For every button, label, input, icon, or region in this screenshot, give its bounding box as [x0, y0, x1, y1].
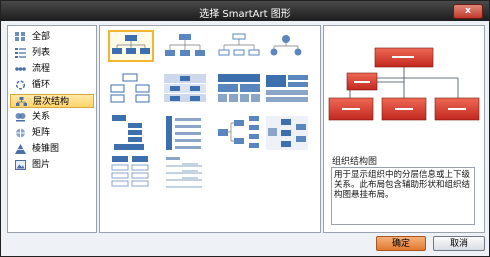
layout-thumb-horizontal-multilevel[interactable] — [264, 114, 310, 150]
close-button[interactable]: x — [453, 4, 483, 19]
layout-thumb-circle-hierarchy[interactable] — [264, 30, 310, 62]
cycle-icon — [15, 80, 26, 90]
sidebar-item-label: 列表 — [32, 48, 51, 58]
list-icon — [15, 48, 26, 58]
relationship-icon — [15, 112, 26, 122]
layout-name: 组织结构图 — [332, 157, 378, 167]
sidebar-item-label: 图片 — [32, 160, 51, 170]
sidebar-item-label: 层次结构 — [33, 97, 70, 107]
layout-thumb-table-hierarchy[interactable] — [216, 72, 262, 104]
sidebar-item-label: 循环 — [32, 80, 51, 90]
preview-diagram — [324, 26, 484, 152]
sidebar-item-list[interactable]: 列表 — [10, 46, 94, 60]
sidebar-item-label: 关系 — [32, 112, 51, 122]
sidebar-item-process[interactable]: 流程 — [10, 62, 94, 76]
layout-thumb-name-title-org[interactable] — [162, 30, 208, 62]
sidebar-item-matrix[interactable]: 矩阵 — [10, 126, 94, 140]
title-bar: 选择 SmartArt 图形 x — [1, 1, 489, 21]
matrix-icon — [15, 128, 26, 138]
layout-description: 用于显示组织中的分层信息或上下级关系。此布局包含辅助形状和组织结构图悬挂布局。 — [331, 167, 475, 225]
sidebar-item-all[interactable]: 全部 — [10, 30, 94, 44]
cancel-button[interactable]: 取消 — [433, 236, 485, 251]
preview-pane: 组织结构图 用于显示组织中的分层信息或上下级关系。此布局包含辅助形状和组织结构图… — [323, 25, 485, 233]
layout-thumb-architecture[interactable] — [264, 72, 310, 104]
smartart-dialog: 选择 SmartArt 图形 x 全部 列表 流程 循环 层次结构 关系 矩阵 … — [0, 0, 490, 257]
sidebar-item-label: 棱锥图 — [32, 144, 60, 154]
pyramid-icon — [15, 144, 26, 154]
category-list: 全部 列表 流程 循环 层次结构 关系 矩阵 棱锥图 图片 — [7, 25, 97, 233]
sidebar-item-pyramid[interactable]: 棱锥图 — [10, 142, 94, 156]
layout-thumb-horizontal-labeled[interactable] — [216, 114, 262, 148]
layout-thumb-half-circle-org[interactable] — [216, 30, 262, 62]
layout-thumb-horizontal-org[interactable] — [108, 114, 154, 150]
process-icon — [15, 64, 26, 74]
sidebar-item-hierarchy[interactable]: 层次结构 — [10, 94, 94, 108]
sidebar-item-label: 矩阵 — [32, 128, 51, 138]
layout-thumb-org-chart[interactable] — [108, 30, 154, 62]
layout-gallery — [99, 25, 321, 233]
ok-button[interactable]: 确定 — [376, 236, 426, 251]
layout-thumb-labeled-hierarchy[interactable] — [162, 72, 208, 104]
sidebar-item-picture[interactable]: 图片 — [10, 158, 94, 172]
dialog-title: 选择 SmartArt 图形 — [199, 9, 291, 20]
layout-thumb-lined-list[interactable] — [162, 154, 208, 188]
layout-thumb-horizontal-hierarchy[interactable] — [162, 114, 208, 150]
sidebar-item-cycle[interactable]: 循环 — [10, 78, 94, 92]
sidebar-item-relationship[interactable]: 关系 — [10, 110, 94, 124]
sidebar-item-label: 全部 — [32, 32, 51, 42]
sidebar-item-label: 流程 — [32, 64, 51, 74]
layout-thumb-hierarchy-list[interactable] — [108, 154, 154, 187]
layout-thumb-hierarchy[interactable] — [108, 72, 154, 104]
all-icon — [15, 32, 26, 42]
picture-icon — [15, 160, 26, 170]
hierarchy-icon — [16, 97, 27, 107]
